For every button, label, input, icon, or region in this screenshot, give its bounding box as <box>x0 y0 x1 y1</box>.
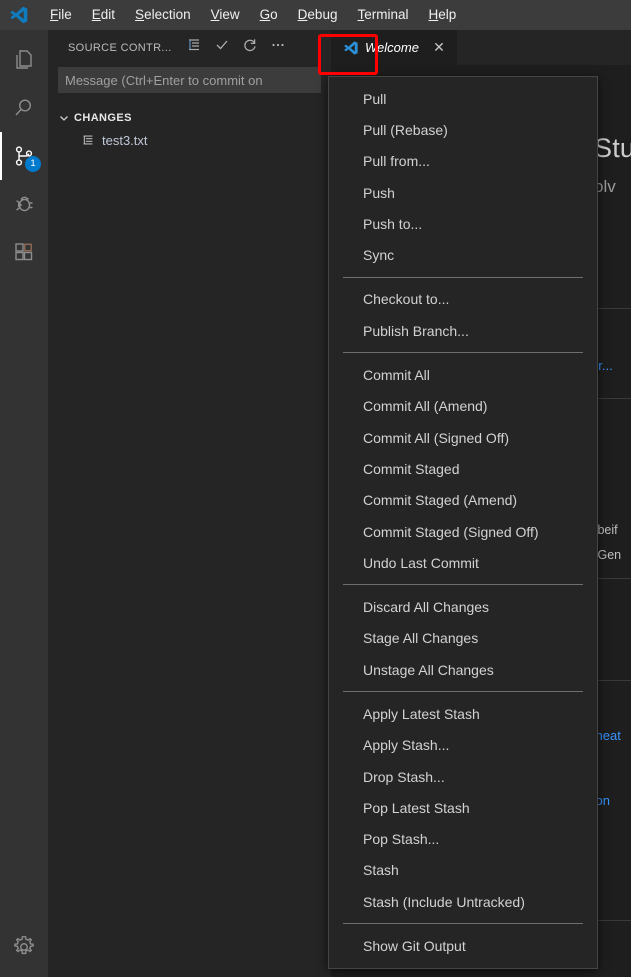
menu-item-pull[interactable]: Pull <box>329 83 597 114</box>
menu-bar-items: File Edit Selection View Go Debug Termin… <box>40 0 466 30</box>
menu-item-pop-latest-stash[interactable]: Pop Latest Stash <box>329 792 597 823</box>
activity-item-explorer[interactable] <box>0 36 48 84</box>
menu-item-pull-from[interactable]: Pull from... <box>329 146 597 177</box>
menu-item-push-to[interactable]: Push to... <box>329 208 597 239</box>
changes-header[interactable]: CHANGES <box>48 107 331 129</box>
list-view-icon <box>186 37 202 58</box>
menu-terminal-rest: erminal <box>364 7 409 22</box>
menu-view-rest: iew <box>219 7 240 22</box>
menu-go[interactable]: Go <box>250 0 288 30</box>
activity-item-debug[interactable] <box>0 180 48 228</box>
menu-item-discard-all-changes[interactable]: Discard All Changes <box>329 591 597 622</box>
more-actions-button[interactable] <box>264 35 292 61</box>
tab-bar: Welcome ✕ <box>331 30 631 65</box>
menu-edit-rest: dit <box>100 7 116 22</box>
sidebar-actions <box>180 35 292 61</box>
menu-bar: File Edit Selection View Go Debug Termin… <box>0 0 631 30</box>
menu-item-stage-all-changes[interactable]: Stage All Changes <box>329 623 597 654</box>
menu-selection-rest: election <box>144 7 191 22</box>
menu-file-rest: ile <box>58 7 72 22</box>
list-item[interactable]: test3.txt <box>48 129 331 151</box>
chevron-down-icon <box>56 110 72 126</box>
ellipsis-icon <box>270 37 286 58</box>
menu-separator <box>343 691 583 693</box>
view-as-list-button[interactable] <box>180 35 208 61</box>
git-actions-context-menu: Pull Pull (Rebase) Pull from... Push Pus… <box>328 76 598 969</box>
debug-icon <box>12 192 36 216</box>
sidebar-source-control: SOURCE CONTR... Message (Ctrl+Enter to c… <box>48 30 331 977</box>
menu-edit-mnemonic: E <box>91 7 101 22</box>
menu-item-commit-all-amend[interactable]: Commit All (Amend) <box>329 391 597 422</box>
menu-go-rest: o <box>270 7 278 22</box>
menu-item-pull-rebase[interactable]: Pull (Rebase) <box>329 114 597 145</box>
welcome-path-2: \Gen <box>594 548 622 562</box>
gear-icon <box>11 934 37 960</box>
menu-item-commit-all-signed-off[interactable]: Commit All (Signed Off) <box>329 422 597 453</box>
menu-item-commit-staged-amend[interactable]: Commit Staged (Amend) <box>329 485 597 516</box>
menu-debug[interactable]: Debug <box>288 0 348 30</box>
menu-item-sync[interactable]: Sync <box>329 239 597 270</box>
vscode-logo-icon <box>343 40 359 56</box>
menu-selection-mnemonic: S <box>135 7 145 22</box>
activity-item-search[interactable] <box>0 84 48 132</box>
tab-welcome[interactable]: Welcome ✕ <box>331 30 458 65</box>
refresh-icon <box>242 37 258 58</box>
menu-help-mnemonic: H <box>428 7 439 22</box>
menu-separator <box>343 923 583 925</box>
menu-edit[interactable]: Edit <box>82 0 125 30</box>
commit-message-input[interactable] <box>58 67 321 93</box>
menu-help[interactable]: Help <box>418 0 466 30</box>
menu-separator <box>343 352 583 354</box>
menu-item-drop-stash[interactable]: Drop Stash... <box>329 761 597 792</box>
menu-go-mnemonic: G <box>259 7 271 22</box>
activity-item-manage[interactable] <box>0 923 48 971</box>
changes-label: CHANGES <box>74 112 132 124</box>
extensions-icon <box>12 240 36 264</box>
menu-separator <box>343 584 583 586</box>
welcome-title: Stu <box>594 133 631 163</box>
menu-item-undo-last-commit[interactable]: Undo Last Commit <box>329 547 597 578</box>
changes-section: CHANGES test3.txt <box>48 107 331 151</box>
refresh-button[interactable] <box>236 35 264 61</box>
menu-view[interactable]: View <box>201 0 250 30</box>
menu-item-commit-staged-signed-off[interactable]: Commit Staged (Signed Off) <box>329 516 597 547</box>
sidebar-header: SOURCE CONTR... <box>48 30 331 65</box>
menu-item-stash[interactable]: Stash <box>329 855 597 886</box>
close-icon[interactable]: ✕ <box>431 39 447 56</box>
menu-help-rest: elp <box>438 7 457 22</box>
menu-file-mnemonic: F <box>50 7 59 22</box>
file-name: test3.txt <box>102 132 148 148</box>
menu-terminal[interactable]: Terminal <box>347 0 418 30</box>
menu-file[interactable]: File <box>40 0 82 30</box>
menu-item-push[interactable]: Push <box>329 177 597 208</box>
menu-selection[interactable]: Selection <box>125 0 201 30</box>
menu-debug-mnemonic: D <box>297 7 308 22</box>
files-icon <box>12 48 36 72</box>
activity-item-extensions[interactable] <box>0 228 48 276</box>
commit-button[interactable] <box>208 35 236 61</box>
menu-item-publish-branch[interactable]: Publish Branch... <box>329 315 597 346</box>
source-control-badge: 1 <box>25 156 41 172</box>
menu-separator <box>343 276 583 278</box>
menu-item-pop-stash[interactable]: Pop Stash... <box>329 824 597 855</box>
vscode-window: File Edit Selection View Go Debug Termin… <box>0 0 631 977</box>
menu-item-unstage-all-changes[interactable]: Unstage All Changes <box>329 654 597 685</box>
activity-bar: 1 <box>0 30 48 977</box>
menu-item-commit-staged[interactable]: Commit Staged <box>329 453 597 484</box>
tab-label: Welcome <box>365 40 419 55</box>
menu-item-checkout-to[interactable]: Checkout to... <box>329 284 597 315</box>
commit-message-wrapper <box>58 67 321 93</box>
vscode-logo-icon <box>8 4 30 26</box>
menu-item-stash-include-untracked[interactable]: Stash (Include Untracked) <box>329 886 597 917</box>
menu-debug-rest: ebug <box>307 7 338 22</box>
activity-item-source-control[interactable]: 1 <box>0 132 48 180</box>
menu-item-show-git-output[interactable]: Show Git Output <box>329 930 597 961</box>
search-icon <box>12 96 36 120</box>
menu-item-apply-latest-stash[interactable]: Apply Latest Stash <box>329 698 597 729</box>
check-icon <box>214 37 230 58</box>
sidebar-title: SOURCE CONTR... <box>68 41 172 54</box>
menu-item-apply-stash[interactable]: Apply Stash... <box>329 730 597 761</box>
menu-item-commit-all[interactable]: Commit All <box>329 359 597 390</box>
text-file-icon <box>80 132 96 148</box>
